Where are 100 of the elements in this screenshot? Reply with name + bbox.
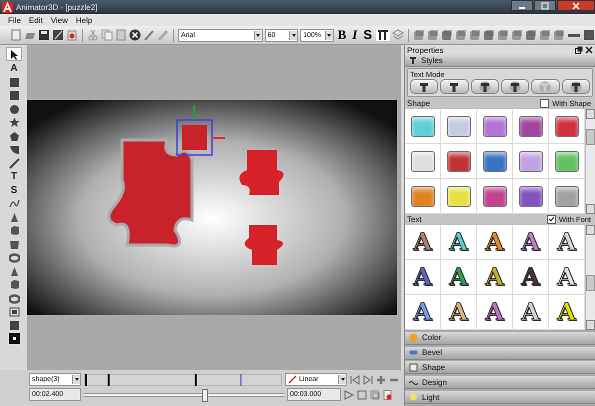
tool-button[interactable] xyxy=(7,90,21,102)
panel-icon[interactable] xyxy=(583,29,595,41)
float-icon[interactable] xyxy=(575,46,583,54)
minimize-button[interactable] xyxy=(511,0,533,11)
menu-item[interactable]: File xyxy=(8,16,21,24)
close-icon xyxy=(572,2,580,10)
text-mode-button[interactable] xyxy=(500,79,530,94)
tool-button[interactable] xyxy=(7,130,21,142)
tool-button[interactable] xyxy=(7,319,21,331)
text-mode-button[interactable] xyxy=(470,79,499,94)
play-icon[interactable] xyxy=(344,390,354,400)
frames-icon[interactable] xyxy=(370,390,380,400)
tool-button[interactable] xyxy=(7,198,21,210)
tool-button[interactable] xyxy=(7,76,21,88)
record-icon[interactable] xyxy=(66,29,78,41)
text-mode-icon xyxy=(570,80,582,92)
maximize-button[interactable] xyxy=(534,0,556,11)
3d-tool-icon[interactable] xyxy=(469,29,481,41)
format-button[interactable]: I xyxy=(350,28,360,42)
text-mode-button[interactable] xyxy=(440,79,469,94)
add-icon[interactable] xyxy=(376,374,386,384)
shape-style-option[interactable] xyxy=(477,109,513,144)
shape-style-option[interactable] xyxy=(441,179,477,214)
shape-style-option[interactable] xyxy=(477,179,513,214)
copy-icon[interactable] xyxy=(100,29,113,41)
shape-style-option[interactable] xyxy=(513,144,549,179)
text-style-option[interactable]: A xyxy=(513,260,549,295)
cone-icon xyxy=(8,266,20,276)
tool-button[interactable]: A xyxy=(7,62,21,74)
3d-tool-icon[interactable] xyxy=(455,29,467,41)
styles-header[interactable]: Styles xyxy=(405,55,595,67)
3d-tool-icon[interactable] xyxy=(413,29,425,41)
menu-item[interactable]: Edit xyxy=(28,16,43,24)
3d-tool-icon[interactable] xyxy=(553,29,565,41)
record-icon[interactable] xyxy=(383,390,393,400)
text-style-option[interactable]: A xyxy=(405,260,441,295)
section-header[interactable]: Bevel xyxy=(405,346,595,360)
slider-thumb[interactable] xyxy=(202,389,208,402)
section-header[interactable]: Design xyxy=(405,376,595,390)
wedge-icon xyxy=(8,144,20,155)
tool-button[interactable] xyxy=(7,116,21,128)
format-button[interactable]: B xyxy=(336,28,348,42)
tool-button[interactable] xyxy=(7,103,21,115)
text-mode-icon xyxy=(478,80,491,92)
3d-tool-icon[interactable] xyxy=(497,29,509,41)
text-mode-button[interactable] xyxy=(410,79,438,94)
color-icon xyxy=(409,333,418,342)
shape-style-option[interactable] xyxy=(405,179,441,214)
tool-button[interactable] xyxy=(7,157,21,169)
section-header[interactable]: Color xyxy=(405,332,595,345)
tool-button[interactable] xyxy=(7,144,21,156)
close-button[interactable] xyxy=(557,0,595,11)
shape-style-option[interactable] xyxy=(549,109,585,144)
text-mode-button[interactable] xyxy=(562,79,590,94)
shape-style-option[interactable] xyxy=(513,179,549,214)
tool-button[interactable] xyxy=(7,332,21,344)
delete-icon[interactable] xyxy=(128,29,141,41)
light-icon xyxy=(409,392,418,402)
stop-icon[interactable] xyxy=(357,390,367,400)
text-mode-icon xyxy=(418,80,430,92)
3d-tool-icon[interactable] xyxy=(483,29,495,41)
circle-icon xyxy=(8,104,20,114)
text-mode-icon xyxy=(448,80,460,92)
3d-tool-icon[interactable] xyxy=(539,29,551,41)
square-icon xyxy=(8,320,20,330)
shape-style-option[interactable] xyxy=(405,144,441,179)
section-header[interactable]: Shape xyxy=(405,361,595,374)
scrollbar[interactable] xyxy=(585,109,595,214)
save-icon[interactable] xyxy=(38,29,50,41)
3d-tool-icon[interactable] xyxy=(441,29,453,41)
time-slider[interactable] xyxy=(84,389,284,400)
3d-tool-icon[interactable] xyxy=(525,29,537,41)
section-header[interactable]: Light xyxy=(405,391,595,404)
shape-style-option[interactable] xyxy=(477,144,513,179)
brush-icon[interactable] xyxy=(142,29,155,41)
tool-button[interactable]: T xyxy=(7,170,21,182)
last-keyframe-icon[interactable] xyxy=(363,374,373,384)
3d-tool-icon[interactable] xyxy=(511,29,523,41)
first-keyframe-icon[interactable] xyxy=(350,374,360,384)
dark-icon xyxy=(8,333,20,344)
new-file-icon[interactable] xyxy=(10,29,22,41)
shape-style-option[interactable] xyxy=(405,109,441,144)
tool-button[interactable] xyxy=(7,306,21,318)
tool-button[interactable]: S xyxy=(7,184,21,196)
3d-tool-icon[interactable] xyxy=(427,29,439,41)
save-as-icon[interactable] xyxy=(52,29,64,41)
tool-button[interactable] xyxy=(6,47,22,61)
text-mode-icon xyxy=(539,80,552,92)
text-spacing-icon[interactable] xyxy=(376,29,390,41)
shape-style-option[interactable] xyxy=(513,109,549,144)
menu-item[interactable]: View xyxy=(50,16,68,24)
format-button[interactable]: S xyxy=(361,28,374,42)
close-icon[interactable] xyxy=(585,46,593,54)
menu-item[interactable]: Help xyxy=(76,16,92,24)
cut-icon[interactable] xyxy=(86,29,99,41)
cube-icon xyxy=(8,279,20,290)
shape-style-option[interactable] xyxy=(549,144,585,179)
shape-style-option[interactable] xyxy=(441,109,477,144)
scrollbar[interactable] xyxy=(585,225,595,330)
shape-style-option[interactable] xyxy=(441,144,477,179)
